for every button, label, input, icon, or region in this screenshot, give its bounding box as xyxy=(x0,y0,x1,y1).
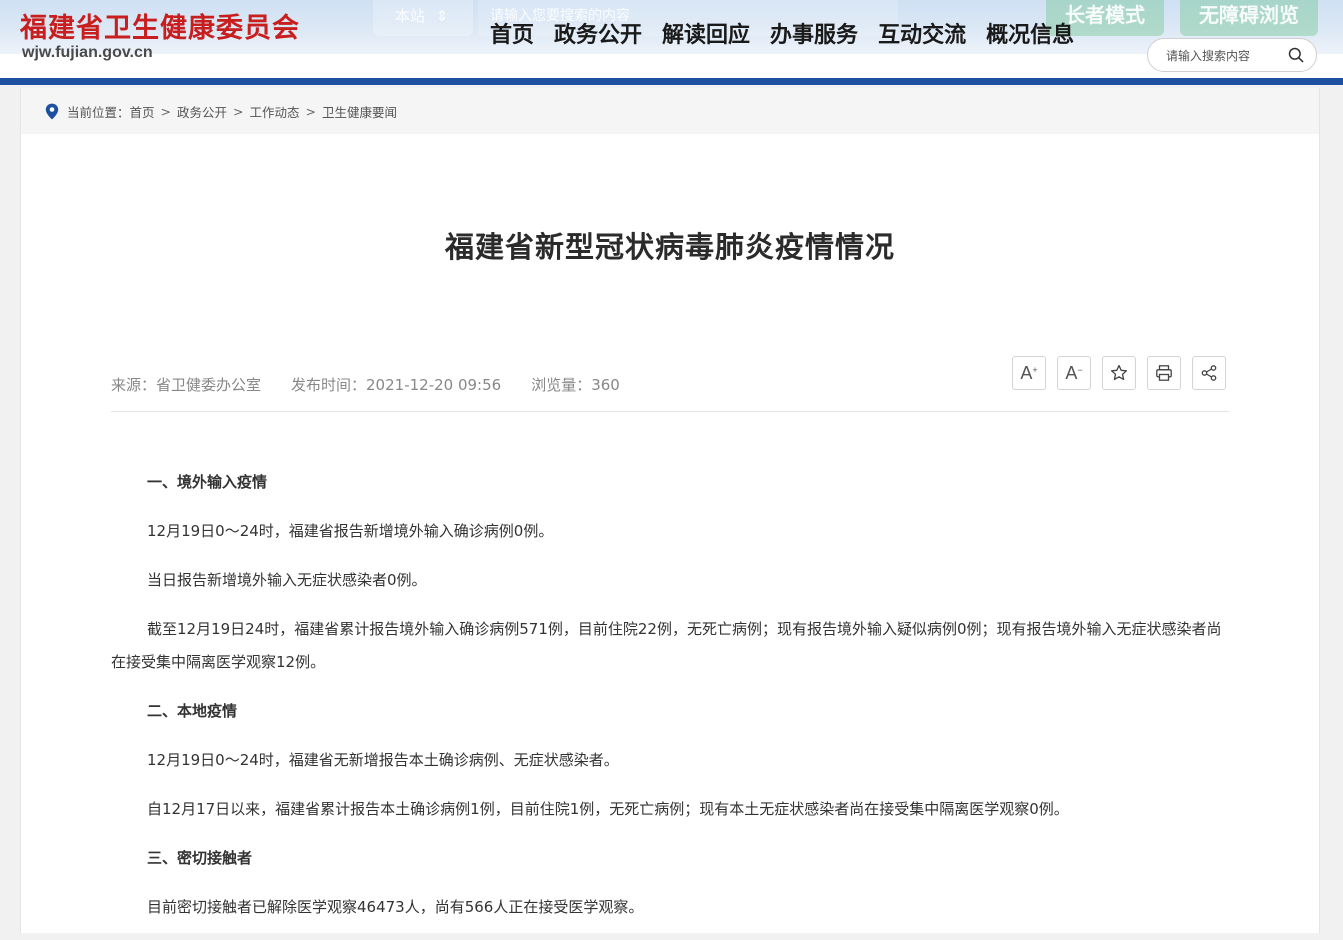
search-scope-select[interactable]: 本站 ⇕ xyxy=(373,0,473,36)
nav-item-interpretation[interactable]: 解读回应 xyxy=(662,17,750,49)
article-paragraph: 12月19日0～24时，福建省无新增报告本土确诊病例、无症状感染者。 xyxy=(147,751,619,769)
article-paragraph: 12月19日0～24时，福建省报告新增境外输入确诊病例0例。 xyxy=(147,522,554,540)
nav-item-services[interactable]: 办事服务 xyxy=(770,17,858,49)
breadcrumb-separator: > xyxy=(160,103,172,119)
article-paragraph: 截至12月19日24时，福建省累计报告境外输入确诊病例571例，目前住院22例，… xyxy=(111,620,1222,671)
search-scope-label: 本站 xyxy=(395,7,426,25)
article-body: 一、境外输入疫情 12月19日0～24时，福建省报告新增境外输入确诊病例0例。 … xyxy=(111,466,1229,940)
nav-item-government-affairs[interactable]: 政务公开 xyxy=(554,17,642,49)
font-increase-label: A xyxy=(1020,362,1033,383)
favorite-button[interactable] xyxy=(1102,356,1136,390)
printer-icon xyxy=(1156,365,1172,381)
nav-item-interaction[interactable]: 互动交流 xyxy=(878,17,966,49)
nav-item-home[interactable]: 首页 xyxy=(490,17,534,49)
meta-divider xyxy=(111,411,1229,412)
breadcrumb-separator: > xyxy=(233,103,244,119)
article-view-count: 浏览量：360 xyxy=(531,376,620,394)
search-icon[interactable] xyxy=(1288,47,1304,63)
article-source: 来源：省卫健委办公室 xyxy=(111,376,262,394)
nav-item-overview[interactable]: 概况信息 xyxy=(986,17,1074,49)
accessibility-button[interactable]: 无障碍浏览 xyxy=(1180,0,1318,36)
article-title: 福建省新型冠状病毒肺炎疫情情况 xyxy=(444,230,895,264)
star-icon xyxy=(1110,364,1128,381)
print-button[interactable] xyxy=(1147,356,1181,390)
updown-icon: ⇕ xyxy=(435,7,449,25)
share-button[interactable] xyxy=(1192,356,1226,390)
article-paragraph: 自12月17日以来，福建省累计报告本土确诊病例1例，目前住院1例，无死亡病例；现… xyxy=(147,800,1069,818)
article-paragraph: 当日报告新增境外输入无症状感染者0例。 xyxy=(147,571,427,589)
share-icon xyxy=(1201,365,1217,381)
font-increase-button[interactable]: A + xyxy=(1012,356,1046,390)
font-decrease-label: A xyxy=(1065,362,1078,383)
font-decrease-button[interactable]: A − xyxy=(1057,356,1091,390)
breadcrumb-work-updates[interactable]: 工作动态 xyxy=(250,102,300,121)
breadcrumb-separator: > xyxy=(305,103,317,119)
article-paragraph: 目前密切接触者已解除医学观察46473人，尚有566人正在接受医学观察。 xyxy=(147,898,644,916)
breadcrumb-home[interactable]: 首页 xyxy=(130,102,155,121)
section-heading-contacts: 三、密切接触者 xyxy=(147,849,253,867)
breadcrumb-health-news[interactable]: 卫生健康要闻 xyxy=(322,102,397,121)
article-publish-time: 发布时间：2021-12-20 09:56 xyxy=(291,376,502,394)
main-nav: 首页 政务公开 解读回应 办事服务 互动交流 概况信息 xyxy=(490,17,1094,49)
search-input[interactable] xyxy=(1164,46,1283,66)
breadcrumb: 当前位置： 首页 > 政务公开 > 工作动态 > 卫生健康要闻 xyxy=(21,88,1319,134)
site-header: 本站 ⇕ 请输入您要搜索的内容 长者模式 无障碍浏览 福建省卫生健康委员会 wj… xyxy=(0,0,1343,78)
breadcrumb-prefix: 当前位置： xyxy=(67,104,130,120)
section-heading-imported: 一、境外输入疫情 xyxy=(147,473,268,491)
minus-sup: − xyxy=(1077,365,1083,375)
site-domain: wjw.fujian.gov.cn xyxy=(22,44,153,61)
plus-sup: + xyxy=(1032,365,1038,375)
article-panel: 当前位置： 首页 > 政务公开 > 工作动态 > 卫生健康要闻 福建省新型冠状病… xyxy=(20,88,1320,933)
article-toolbar: A + A − xyxy=(1012,356,1237,390)
location-pin-icon xyxy=(45,103,59,119)
article-meta: 来源：省卫健委办公室 发布时间：2021-12-20 09:56 浏览量：360 xyxy=(111,374,650,395)
header-divider xyxy=(0,78,1343,85)
breadcrumb-government-affairs[interactable]: 政务公开 xyxy=(177,102,227,121)
section-heading-local: 二、本地疫情 xyxy=(147,702,238,720)
site-search-box xyxy=(1147,38,1317,72)
site-logo-title[interactable]: 福建省卫生健康委员会 xyxy=(20,6,300,45)
